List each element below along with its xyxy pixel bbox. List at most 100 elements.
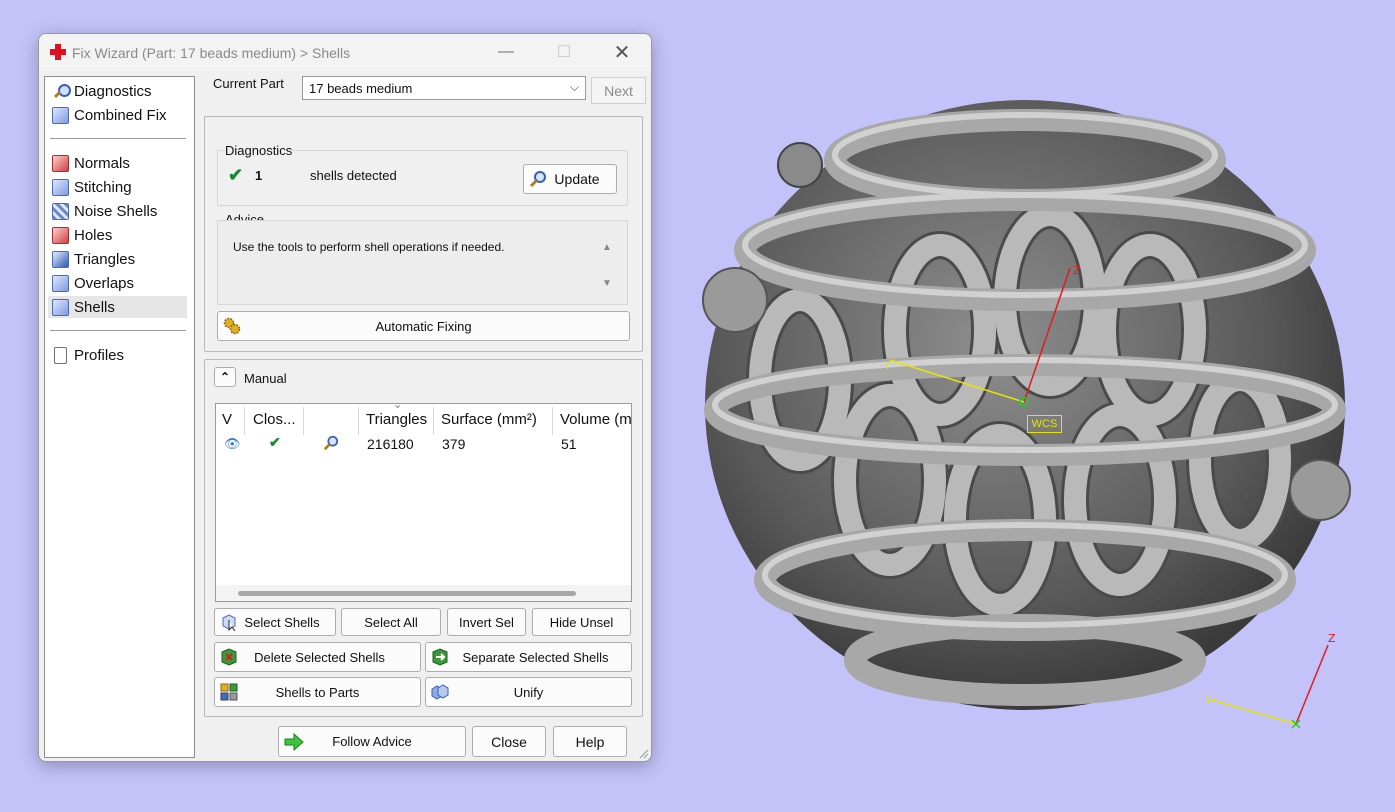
wizard-nav: Diagnostics Combined Fix Normals Stitchi… (44, 76, 195, 758)
nav-item-label: Diagnostics (74, 82, 152, 100)
resize-grip-icon[interactable] (639, 749, 649, 759)
select-all-button[interactable]: Select All (341, 608, 441, 636)
advice-box: Use the tools to perform shell operation… (217, 220, 628, 305)
shells-to-parts-label: Shells to Parts (275, 684, 360, 700)
collapse-manual-button[interactable]: ⌃ (214, 367, 236, 387)
nav-item-label: Triangles (74, 250, 136, 268)
shells-icon (52, 298, 69, 316)
current-part-label: Current Part (213, 76, 284, 91)
nav-item-label: Profiles (74, 346, 125, 364)
magnifier-icon (52, 83, 71, 100)
noise-shells-icon (52, 202, 69, 220)
nav-divider (50, 330, 186, 331)
help-button[interactable]: Help (553, 726, 627, 757)
nav-item-profiles[interactable]: Profiles (48, 344, 187, 366)
shells-table[interactable]: ⌄ V Clos... Triangles Surface (mm²) Volu… (215, 403, 632, 602)
current-part-value: 17 beads medium (309, 81, 413, 96)
nav-item-noise-shells[interactable]: Noise Shells (48, 200, 187, 222)
nav-item-label: Normals (74, 154, 130, 172)
current-part-dropdown[interactable]: 17 beads medium ⌵ (302, 76, 586, 100)
column-header-closed[interactable]: Clos... (253, 411, 296, 428)
minimize-button[interactable]: — (483, 34, 529, 70)
nav-item-label: Combined Fix (74, 106, 167, 124)
sort-indicator-icon: ⌄ (393, 403, 403, 411)
nav-item-label: Shells (74, 298, 115, 316)
3d-viewport[interactable]: Z Y Z Y (652, 0, 1395, 812)
gears-icon (223, 317, 241, 335)
separate-selected-shells-label: Separate Selected Shells (462, 649, 609, 665)
shell-count: 1 (255, 168, 263, 183)
triad-axis-y-label: Y (1204, 694, 1212, 707)
invert-selection-button[interactable]: Invert Sel (447, 608, 526, 636)
column-separator (244, 407, 245, 435)
update-button[interactable]: Update (523, 164, 617, 194)
check-icon: ✔ (269, 434, 281, 450)
red-cross-icon (50, 44, 66, 60)
shells-to-parts-icon (220, 683, 238, 701)
triangles-cell: 216180 (367, 436, 414, 452)
advice-text: Use the tools to perform shell operation… (233, 240, 505, 254)
surface-cell: 379 (442, 436, 466, 452)
maximize-button[interactable]: ☐ (541, 34, 587, 70)
model-axis-z-label: Z (1073, 264, 1081, 277)
nav-item-triangles[interactable]: Triangles (48, 248, 187, 270)
holes-icon (52, 226, 69, 244)
nav-item-combined-fix[interactable]: Combined Fix (48, 104, 187, 126)
normals-icon (52, 154, 69, 172)
eye-icon[interactable]: 👁 (224, 436, 241, 452)
unify-button[interactable]: Unify (425, 677, 632, 707)
column-header-visible[interactable]: V (222, 411, 232, 428)
nav-item-normals[interactable]: Normals (48, 152, 187, 174)
delete-selected-shells-button[interactable]: Delete Selected Shells (214, 642, 421, 672)
update-label: Update (554, 171, 600, 187)
document-icon (54, 346, 67, 364)
cube-icon (52, 106, 69, 124)
column-header-surface[interactable]: Surface (mm²) (441, 411, 537, 428)
stitching-icon (52, 178, 69, 196)
orientation-triad: Z Y (1204, 632, 1336, 729)
select-shells-button[interactable]: Select Shells (214, 608, 336, 636)
nav-item-overlaps[interactable]: Overlaps (48, 272, 187, 294)
select-shells-label: Select Shells (244, 614, 320, 630)
check-icon: ✔ (228, 165, 244, 185)
diagnostics-text: shells detected (310, 168, 397, 183)
hide-unselected-button[interactable]: Hide Unsel (532, 608, 631, 636)
automatic-fixing-button[interactable]: Automatic Fixing (217, 311, 630, 341)
shells-to-parts-button[interactable]: Shells to Parts (214, 677, 421, 707)
column-header-triangles[interactable]: Triangles (366, 411, 427, 428)
green-arrow-icon (284, 733, 304, 751)
unify-label: Unify (513, 684, 544, 700)
overlaps-icon (52, 274, 69, 292)
title-bar[interactable]: Fix Wizard (Part: 17 beads medium) > She… (39, 34, 651, 71)
horizontal-scrollbar[interactable] (216, 585, 631, 601)
nav-item-diagnostics[interactable]: Diagnostics (48, 80, 187, 102)
next-button[interactable]: Next (591, 77, 646, 104)
chevron-up-icon: ⌃ (219, 370, 231, 384)
magnifier-icon[interactable] (323, 435, 339, 451)
separate-selected-shells-button[interactable]: Separate Selected Shells (425, 642, 632, 672)
nav-item-label: Overlaps (74, 274, 135, 292)
nav-item-shells[interactable]: Shells (48, 296, 187, 318)
magnifier-icon (529, 171, 546, 188)
nav-item-label: Stitching (74, 178, 132, 196)
follow-advice-button[interactable]: Follow Advice (278, 726, 466, 757)
separate-shells-icon (432, 648, 448, 666)
nav-item-label: Noise Shells (74, 202, 158, 220)
window-title: Fix Wizard (Part: 17 beads medium) > She… (72, 45, 351, 61)
column-header-volume[interactable]: Volume (m (560, 411, 631, 428)
nav-item-holes[interactable]: Holes (48, 224, 187, 246)
close-button[interactable]: Close (472, 726, 546, 757)
scroll-up-icon[interactable]: ▲ (602, 242, 612, 253)
scroll-down-icon[interactable]: ▼ (602, 278, 612, 289)
model-axis-y-label: Y (883, 359, 891, 372)
nav-item-stitching[interactable]: Stitching (48, 176, 187, 198)
close-window-button[interactable]: ✕ (599, 34, 645, 70)
scrollbar-thumb[interactable] (238, 591, 576, 596)
delete-shells-icon (221, 648, 237, 666)
fix-wizard-window: Fix Wizard (Part: 17 beads medium) > She… (38, 33, 652, 762)
triangles-icon (52, 250, 69, 268)
delete-selected-shells-label: Delete Selected Shells (254, 649, 385, 665)
automatic-fixing-label: Automatic Fixing (375, 318, 472, 334)
manual-title: Manual (244, 371, 287, 386)
column-separator (552, 407, 553, 435)
